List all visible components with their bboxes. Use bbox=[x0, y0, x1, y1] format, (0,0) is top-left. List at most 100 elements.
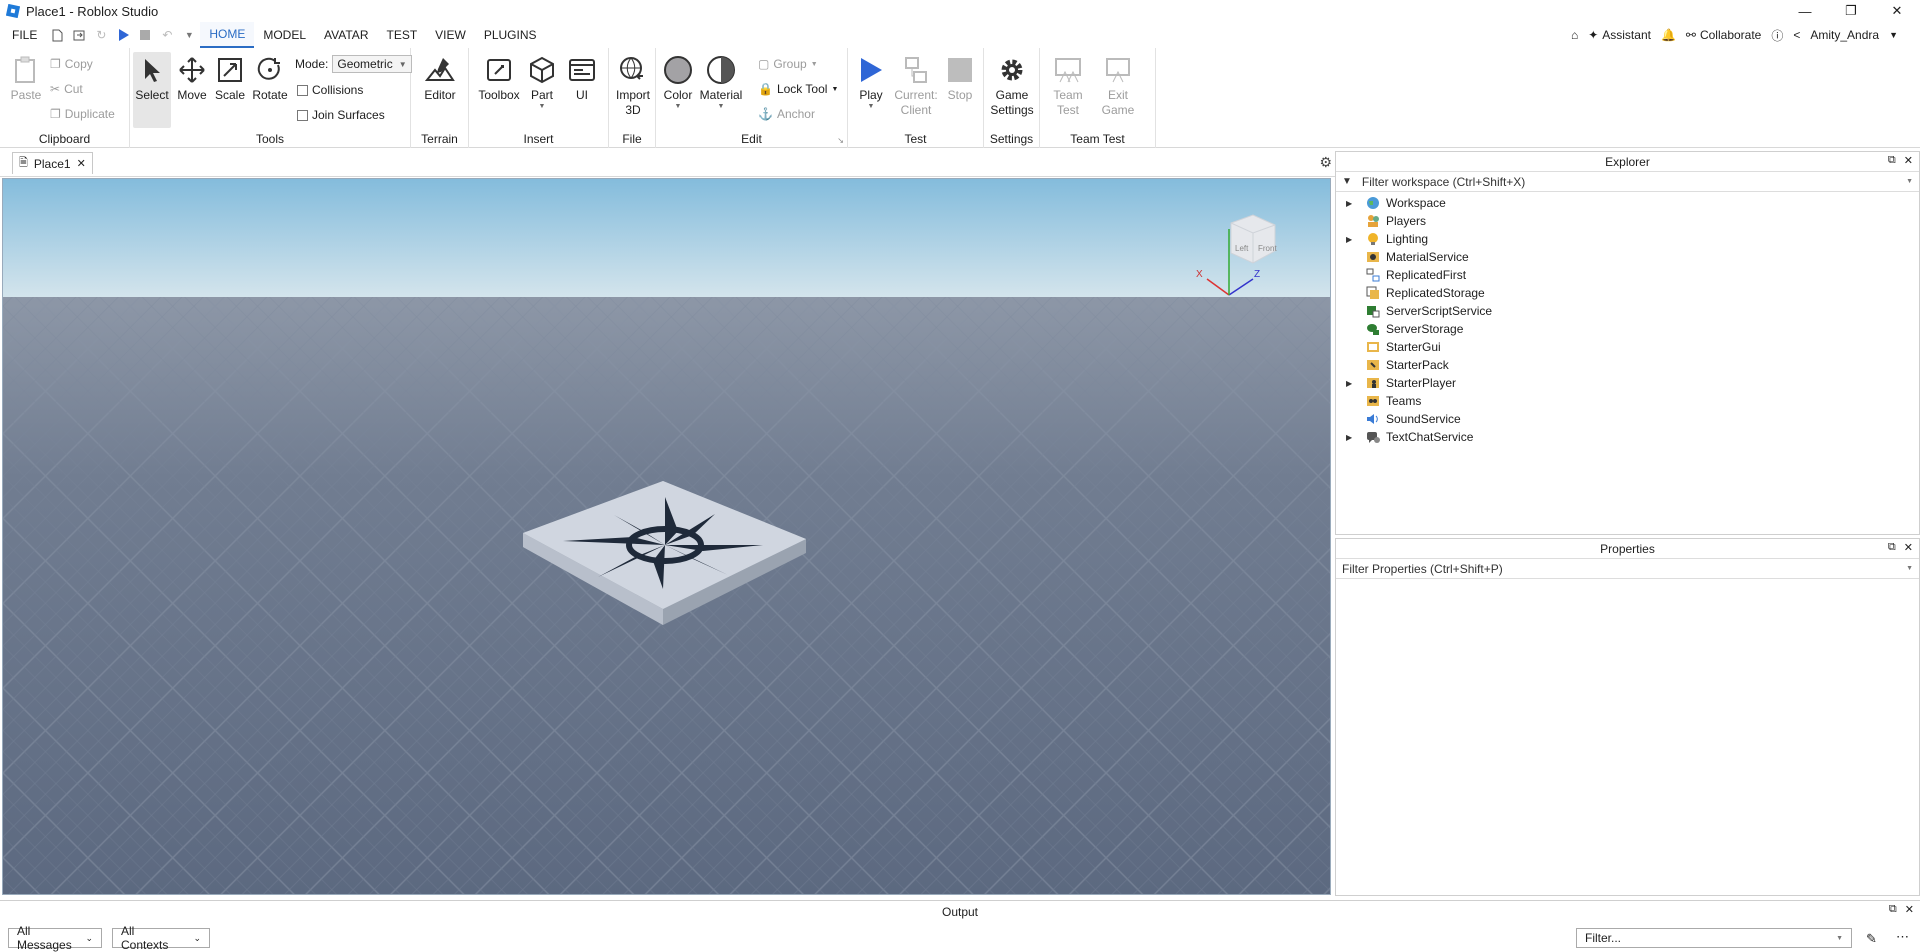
expand-arrow-icon[interactable]: ▶ bbox=[1346, 235, 1358, 244]
tree-item-workspace[interactable]: ▶ Workspace bbox=[1336, 194, 1919, 212]
edit-expand-icon[interactable]: ↘ bbox=[837, 136, 844, 145]
collisions-checkbox[interactable]: Collisions bbox=[297, 83, 363, 97]
lock-tool-button[interactable]: 🔒 Lock Tool ▼ bbox=[758, 82, 838, 96]
tree-item-serverscriptservice[interactable]: ServerScriptService bbox=[1336, 302, 1919, 320]
tree-item-players[interactable]: Players bbox=[1336, 212, 1919, 230]
tree-item-teams[interactable]: Teams bbox=[1336, 392, 1919, 410]
cut-button[interactable]: ✂ Cut bbox=[50, 82, 83, 96]
expand-arrow-icon[interactable]: ▶ bbox=[1346, 199, 1358, 208]
lightbulb-icon bbox=[1366, 232, 1380, 246]
tree-item-serverstorage[interactable]: ServerStorage bbox=[1336, 320, 1919, 338]
contexts-filter-dropdown[interactable]: All Contexts ⌄ bbox=[112, 924, 210, 952]
viewport-settings-gear-icon[interactable]: ⚙ bbox=[1319, 154, 1332, 171]
tree-item-lighting[interactable]: ▶ Lighting bbox=[1336, 230, 1919, 248]
material-dropdown-icon[interactable]: ▼ bbox=[718, 103, 725, 111]
properties-filter-input[interactable]: Filter Properties (Ctrl+Shift+P) ▼ bbox=[1336, 559, 1919, 579]
anchor-button[interactable]: ⚓ Anchor bbox=[758, 107, 815, 121]
exit-game-icon bbox=[1102, 54, 1134, 86]
rotate-tool-button[interactable]: Rotate bbox=[250, 54, 290, 103]
messages-filter-dropdown[interactable]: All Messages ⌄ bbox=[8, 924, 102, 952]
stop-button[interactable]: Stop bbox=[942, 54, 978, 103]
open-file-icon[interactable] bbox=[68, 24, 90, 46]
notifications-icon[interactable]: 🔔 bbox=[1661, 28, 1676, 42]
stop-quick-icon[interactable] bbox=[134, 24, 156, 46]
close-panel-icon[interactable]: ✕ bbox=[1904, 541, 1913, 554]
help-icon[interactable]: ⓘ bbox=[1771, 27, 1783, 44]
quick-access-dropdown-icon[interactable]: ▼ bbox=[178, 24, 200, 46]
restore-button[interactable]: ❐ bbox=[1828, 0, 1874, 22]
tab-home[interactable]: HOME bbox=[200, 22, 255, 48]
undock-icon[interactable]: ⧉ bbox=[1888, 541, 1896, 554]
select-tool-button[interactable]: Select bbox=[133, 52, 171, 128]
explorer-filter-input[interactable]: ▼ Filter workspace (Ctrl+Shift+X) ▼ bbox=[1336, 172, 1919, 192]
3d-viewport[interactable]: Left Front X Z bbox=[2, 178, 1331, 895]
home-icon[interactable]: ⌂ bbox=[1571, 28, 1578, 42]
tab-model[interactable]: MODEL bbox=[254, 22, 315, 48]
tree-item-starterpack[interactable]: StarterPack bbox=[1336, 356, 1919, 374]
tab-plugins[interactable]: PLUGINS bbox=[475, 22, 546, 48]
undock-icon[interactable]: ⧉ bbox=[1888, 154, 1896, 167]
toolbox-button[interactable]: Toolbox bbox=[477, 54, 521, 103]
play-dropdown-icon[interactable]: ▼ bbox=[868, 103, 875, 111]
ui-button[interactable]: UI bbox=[565, 54, 599, 103]
output-header: Output ⧉ ✕ bbox=[0, 901, 1920, 923]
tree-item-materialservice[interactable]: MaterialService bbox=[1336, 248, 1919, 266]
paste-button[interactable]: Paste bbox=[8, 54, 44, 103]
new-file-icon[interactable] bbox=[46, 24, 68, 46]
collaborate-button[interactable]: ⚯ Collaborate bbox=[1686, 28, 1761, 42]
workspace-globe-icon bbox=[1366, 196, 1380, 210]
tab-view[interactable]: VIEW bbox=[426, 22, 475, 48]
tree-item-replicatedstorage[interactable]: ReplicatedStorage bbox=[1336, 284, 1919, 302]
current-client-button[interactable]: Current: Client bbox=[894, 54, 938, 118]
part-dropdown-icon[interactable]: ▼ bbox=[539, 103, 546, 111]
expand-arrow-icon[interactable]: ▶ bbox=[1346, 433, 1358, 442]
undo-icon[interactable]: ↶ bbox=[156, 24, 178, 46]
play-quick-icon[interactable] bbox=[112, 24, 134, 46]
duplicate-button[interactable]: ❐ Duplicate bbox=[50, 107, 115, 121]
tree-item-textchatservice[interactable]: ▶ TextChatService bbox=[1336, 428, 1919, 446]
tree-item-replicatedfirst[interactable]: ReplicatedFirst bbox=[1336, 266, 1919, 284]
color-dropdown-icon[interactable]: ▼ bbox=[675, 103, 682, 111]
scale-tool-button[interactable]: Scale bbox=[212, 54, 248, 103]
tab-avatar[interactable]: AVATAR bbox=[315, 22, 377, 48]
join-surfaces-checkbox[interactable]: Join Surfaces bbox=[297, 108, 385, 122]
team-test-button[interactable]: Team Test bbox=[1046, 54, 1090, 118]
material-button[interactable]: Material ▼ bbox=[698, 54, 744, 111]
tree-item-soundservice[interactable]: SoundService bbox=[1336, 410, 1919, 428]
tab-test[interactable]: TEST bbox=[377, 22, 426, 48]
filter-dropdown-icon[interactable]: ▼ bbox=[1906, 565, 1913, 572]
play-button[interactable]: Play ▼ bbox=[853, 54, 889, 111]
exit-game-button[interactable]: Exit Game bbox=[1096, 54, 1140, 118]
color-button[interactable]: Color ▼ bbox=[660, 54, 696, 111]
mode-dropdown[interactable]: Geometric ▼ bbox=[332, 55, 412, 73]
close-window-button[interactable]: ✕ bbox=[1874, 0, 1920, 22]
tools-group-title: Tools bbox=[255, 132, 284, 146]
game-settings-button[interactable]: Game Settings bbox=[990, 54, 1034, 118]
minimize-button[interactable]: — bbox=[1782, 0, 1828, 22]
more-options-icon[interactable]: ⋯ bbox=[1896, 929, 1909, 945]
user-dropdown-icon[interactable]: ▼ bbox=[1889, 30, 1898, 40]
part-button[interactable]: Part ▼ bbox=[525, 54, 559, 111]
redo-icon[interactable]: ↻ bbox=[90, 24, 112, 46]
undock-icon[interactable]: ⧉ bbox=[1889, 903, 1897, 916]
filter-dropdown-icon[interactable]: ▼ bbox=[1906, 178, 1913, 185]
assistant-button[interactable]: ✦ Assistant bbox=[1588, 28, 1651, 42]
tree-item-starterplayer[interactable]: ▶ StarterPlayer bbox=[1336, 374, 1919, 392]
terrain-editor-button[interactable]: Editor bbox=[420, 54, 460, 103]
group-button[interactable]: ▢ Group ▼ bbox=[758, 57, 818, 71]
import-3d-button[interactable]: Import 3D bbox=[613, 54, 653, 118]
add-user-icon: ⚯ bbox=[1685, 28, 1696, 42]
close-tab-icon[interactable]: ✕ bbox=[77, 157, 86, 170]
close-panel-icon[interactable]: ✕ bbox=[1904, 154, 1913, 167]
user-menu[interactable]: Amity_Andra bbox=[1810, 28, 1879, 42]
share-icon[interactable]: < bbox=[1793, 28, 1800, 42]
close-panel-icon[interactable]: ✕ bbox=[1905, 903, 1914, 916]
file-menu[interactable]: FILE bbox=[0, 22, 46, 48]
copy-button[interactable]: ❐ Copy bbox=[50, 57, 93, 71]
tree-item-startergui[interactable]: StarterGui bbox=[1336, 338, 1919, 356]
document-tab-place1[interactable]: 🗎 Place1 ✕ bbox=[12, 152, 93, 174]
expand-arrow-icon[interactable]: ▶ bbox=[1346, 379, 1358, 388]
output-filter-input[interactable]: Filter... ▼ bbox=[1576, 928, 1852, 948]
move-tool-button[interactable]: Move bbox=[174, 54, 210, 103]
clear-output-brush-icon[interactable]: ✎ bbox=[1866, 931, 1877, 947]
